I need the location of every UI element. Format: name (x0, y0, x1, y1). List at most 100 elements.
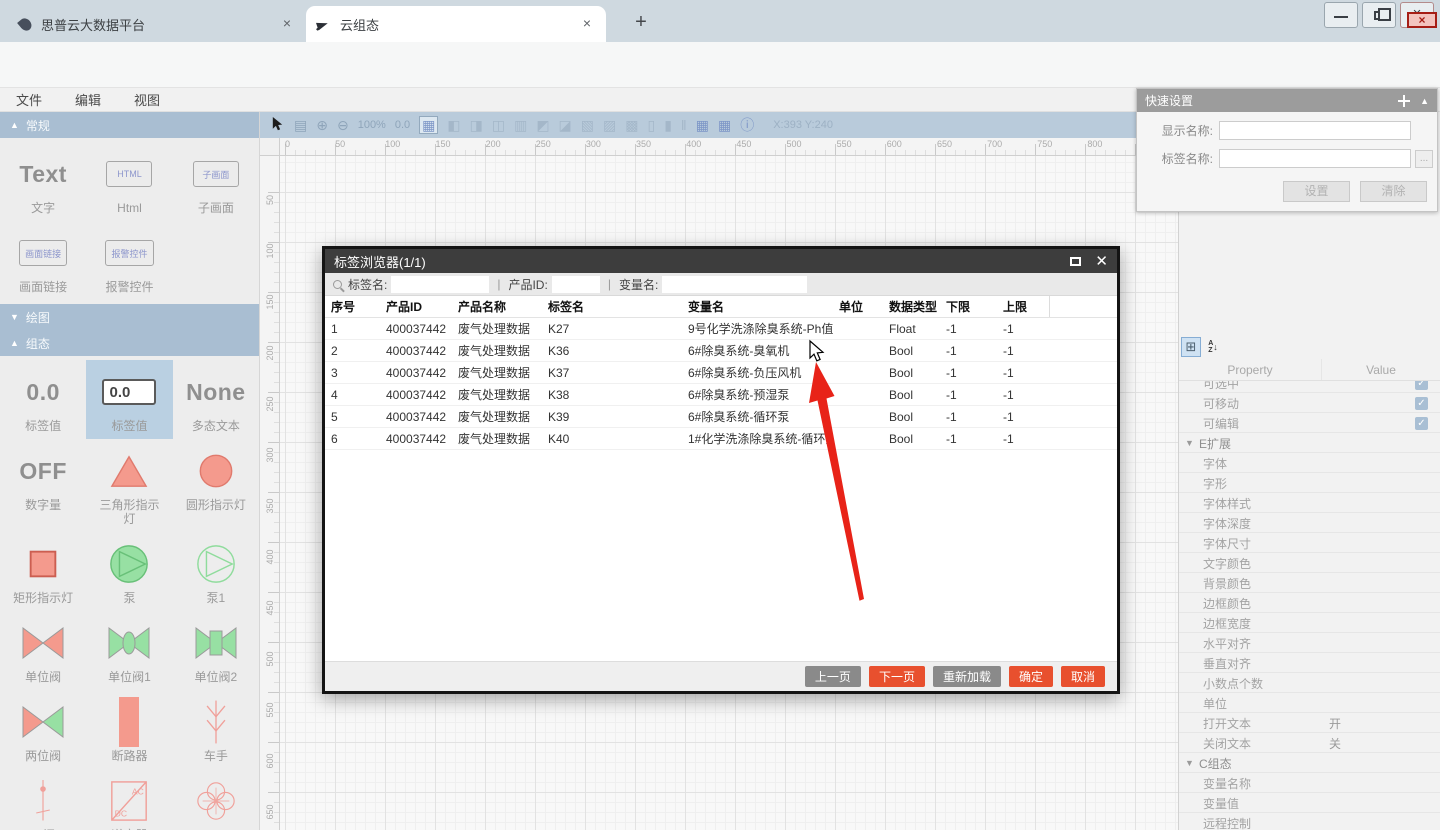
align-right-icon[interactable]: ◩ (536, 117, 549, 133)
table-row[interactable]: 1400037442废气处理数据K279号化学洗涤除臭系统-Ph值Float-1… (325, 318, 1117, 340)
prev-page-button[interactable]: 上一页 (805, 666, 861, 687)
palette-item[interactable]: 单位阀 (0, 611, 86, 690)
table-row[interactable]: 4400037442废气处理数据K386#除臭系统-预湿泵Bool-1-1 (325, 384, 1117, 406)
align-center-icon[interactable]: ▥ (514, 117, 527, 133)
distribute-v-icon[interactable]: ‖ (681, 117, 687, 133)
zoom-out-icon[interactable]: ⊖ (337, 117, 349, 133)
property-row[interactable]: 变量名称 (1179, 773, 1440, 793)
tag-name-input[interactable] (1219, 149, 1411, 168)
palette-item[interactable]: 单位阀2 (173, 611, 259, 690)
property-row[interactable]: 字体深度 (1179, 513, 1440, 533)
collapse-icon[interactable]: ▲ (1420, 96, 1429, 106)
send-back-icon[interactable]: ◨ (470, 117, 483, 133)
same-height-icon[interactable]: ▯ (647, 117, 655, 133)
grid-toggle-icon[interactable]: ▦ (419, 116, 438, 134)
minimize-button[interactable] (1324, 2, 1358, 28)
tag-browser-icon[interactable]: ▦ (718, 117, 731, 133)
palette-item[interactable]: HTMLHtml (86, 142, 172, 221)
palette-item[interactable]: 三角形指示灯 (86, 439, 172, 532)
palette-item[interactable]: 泵1 (173, 532, 259, 611)
palette-item[interactable]: 画面链接画面链接 (0, 221, 86, 300)
property-row[interactable]: 可移动✓ (1179, 393, 1440, 413)
palette-item[interactable]: 0.0标签值 (0, 360, 86, 439)
product-id-filter-input[interactable] (552, 276, 600, 293)
categorized-view-button[interactable]: ⊞ (1181, 337, 1201, 357)
align-top-icon[interactable]: ◪ (559, 117, 572, 133)
palette-item[interactable]: 报警控件报警控件 (86, 221, 172, 300)
confirm-button[interactable]: 确定 (1009, 666, 1053, 687)
palette-section-header[interactable]: ▲组态 (0, 330, 259, 356)
palette-item[interactable]: 断路器 (86, 690, 172, 769)
close-icon[interactable]: ✕ (1095, 252, 1108, 270)
bring-front-icon[interactable]: ◧ (447, 117, 460, 133)
property-group[interactable]: ▼C组态 (1179, 753, 1440, 773)
palette-item[interactable]: 刀闸 (0, 769, 86, 830)
property-row[interactable]: 关闭文本关 (1179, 733, 1440, 753)
set-button[interactable]: 设置 (1283, 181, 1350, 202)
palette-item[interactable]: 圆形指示灯 (173, 439, 259, 532)
palette-item[interactable]: 子画面子画面 (173, 142, 259, 221)
palette-section-header[interactable]: ▼绘图 (0, 304, 259, 330)
tab-close-icon[interactable]: × (578, 15, 596, 33)
property-row[interactable]: 可编辑✓ (1179, 413, 1440, 433)
property-row[interactable]: 字体 (1179, 453, 1440, 473)
select-cursor-icon[interactable] (270, 116, 285, 135)
property-row[interactable]: 字体尺寸 (1179, 533, 1440, 553)
new-tab-button[interactable]: + (628, 10, 654, 36)
close-button[interactable]: × × (1400, 2, 1434, 28)
info-icon[interactable]: ⓘ (740, 117, 754, 133)
zoom-in-icon[interactable]: ⊕ (316, 117, 328, 133)
palette-section-header[interactable]: ▲常规 (0, 112, 259, 138)
palette-item[interactable]: OFF数字量 (0, 439, 86, 532)
quick-settings-header[interactable]: 快速设置 ▲ (1137, 89, 1437, 112)
sort-az-button[interactable]: AZ↓ (1203, 337, 1223, 357)
palette-item[interactable]: 单位阀1 (86, 611, 172, 690)
align-left-icon[interactable]: ◫ (492, 117, 505, 133)
browse-tags-button[interactable]: ... (1415, 150, 1433, 168)
dialog-title-bar[interactable]: 标签浏览器(1/1) ✕ (325, 249, 1117, 273)
palette-item[interactable]: ACDC逆变器 (86, 769, 172, 830)
property-row[interactable]: 边框宽度 (1179, 613, 1440, 633)
property-row[interactable]: 远程控制 (1179, 813, 1440, 830)
property-row[interactable]: 小数点个数 (1179, 673, 1440, 693)
property-row[interactable]: 变量值 (1179, 793, 1440, 813)
palette-item[interactable]: 泵 (86, 532, 172, 611)
distribute-h-icon[interactable]: ▮ (664, 117, 672, 133)
menu-view[interactable]: 视图 (134, 90, 160, 109)
menu-file[interactable]: 文件 (16, 90, 42, 109)
property-row[interactable]: 垂直对齐 (1179, 653, 1440, 673)
cancel-button[interactable]: 取消 (1061, 666, 1105, 687)
palette-item[interactable]: 两位阀 (0, 690, 86, 769)
property-row[interactable]: 文字颜色 (1179, 553, 1440, 573)
property-row[interactable]: 水平对齐 (1179, 633, 1440, 653)
palette-item[interactable]: 车手 (173, 690, 259, 769)
palette-item[interactable]: None多态文本 (173, 360, 259, 439)
move-icon[interactable] (1398, 95, 1410, 107)
display-name-input[interactable] (1219, 121, 1411, 140)
property-row[interactable]: 单位 (1179, 693, 1440, 713)
tab-cloud-scada[interactable]: 云组态 × (306, 6, 606, 42)
same-width-icon[interactable]: ▩ (625, 117, 638, 133)
palette-item[interactable]: Text文字 (0, 142, 86, 221)
restore-button[interactable] (1362, 2, 1396, 28)
variable-name-filter-input[interactable] (662, 276, 807, 293)
clear-button[interactable]: 清除 (1360, 181, 1427, 202)
palette-item[interactable]: RT (173, 769, 259, 830)
table-row[interactable]: 5400037442废气处理数据K396#除臭系统-循环泵Bool-1-1 (325, 406, 1117, 428)
tab-siicloud[interactable]: 思普云大数据平台 × (10, 6, 306, 42)
property-row[interactable]: 边框颜色 (1179, 593, 1440, 613)
tab-close-icon[interactable]: × (278, 15, 296, 33)
tag-value-icon[interactable]: ▦ (696, 117, 709, 133)
menu-edit[interactable]: 编辑 (75, 90, 101, 109)
property-row[interactable]: 可选中✓ (1179, 381, 1440, 393)
palette-item[interactable]: 矩形指示灯 (0, 532, 86, 611)
property-row[interactable]: 字形 (1179, 473, 1440, 493)
property-row[interactable]: 背景颜色 (1179, 573, 1440, 593)
property-row[interactable]: 字体样式 (1179, 493, 1440, 513)
save-icon[interactable]: ▤ (294, 117, 307, 133)
table-row[interactable]: 2400037442废气处理数据K366#除臭系统-臭氧机Bool-1-1 (325, 340, 1117, 362)
table-row[interactable]: 6400037442废气处理数据K401#化学洗涤除臭系统-循环泵Bool-1-… (325, 428, 1117, 450)
next-page-button[interactable]: 下一页 (869, 666, 925, 687)
property-row[interactable]: 打开文本开 (1179, 713, 1440, 733)
align-middle-icon[interactable]: ▧ (581, 117, 594, 133)
